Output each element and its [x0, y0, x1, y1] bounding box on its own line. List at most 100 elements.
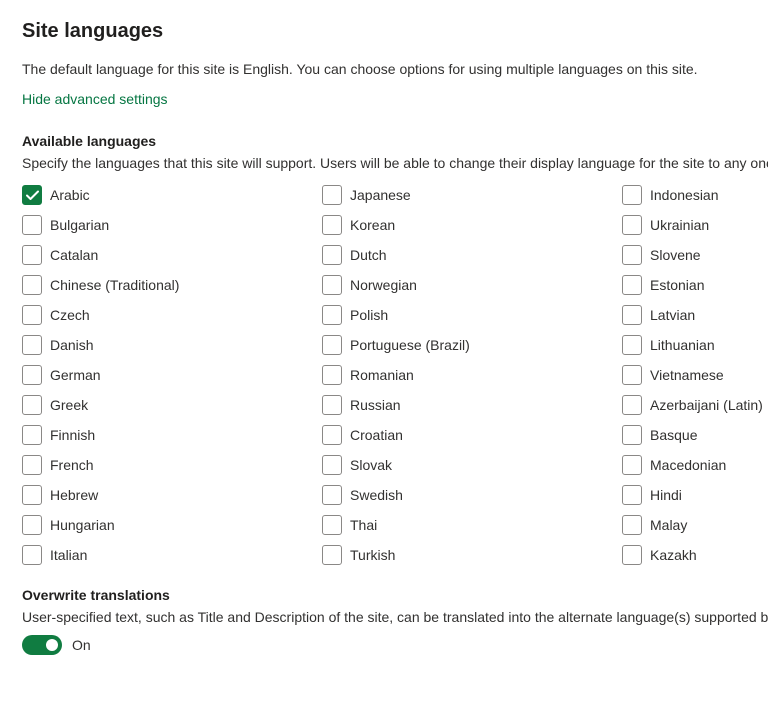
language-label: Japanese: [350, 187, 411, 203]
language-row: Latvian: [622, 305, 763, 325]
language-row: Estonian: [622, 275, 763, 295]
language-checkbox[interactable]: [22, 365, 42, 385]
language-label: Hungarian: [50, 517, 115, 533]
language-checkbox[interactable]: [322, 185, 342, 205]
language-row: Czech: [22, 305, 322, 325]
language-checkbox[interactable]: [622, 365, 642, 385]
language-checkbox[interactable]: [322, 425, 342, 445]
language-checkbox[interactable]: [622, 425, 642, 445]
language-label: Slovene: [650, 247, 701, 263]
language-checkbox[interactable]: [322, 275, 342, 295]
language-label: Kazakh: [650, 547, 697, 563]
language-label: Chinese (Traditional): [50, 277, 179, 293]
language-row: Slovene: [622, 245, 763, 265]
language-checkbox[interactable]: [22, 425, 42, 445]
language-column: Indonesian Ukrainian Slovene Estonian Latvia…: [622, 185, 763, 565]
language-row: Greek: [22, 395, 322, 415]
hide-advanced-settings-link[interactable]: Hide advanced settings: [22, 91, 168, 107]
language-row: Italian: [22, 545, 322, 565]
language-row: Danish: [22, 335, 322, 355]
language-checkbox[interactable]: [322, 485, 342, 505]
language-label: Azerbaijani (Latin): [650, 397, 763, 413]
language-label: Turkish: [350, 547, 395, 563]
language-label: Norwegian: [350, 277, 417, 293]
language-label: Portuguese (Brazil): [350, 337, 470, 353]
overwrite-toggle[interactable]: [22, 635, 62, 655]
language-label: Dutch: [350, 247, 387, 263]
overwrite-translations-description: User-specified text, such as Title and D…: [22, 609, 768, 625]
language-row: Catalan: [22, 245, 322, 265]
language-label: Croatian: [350, 427, 403, 443]
language-row: Croatian: [322, 425, 622, 445]
language-row: Swedish: [322, 485, 622, 505]
language-checkbox[interactable]: [322, 395, 342, 415]
language-row: Thai: [322, 515, 622, 535]
overwrite-toggle-label: On: [72, 637, 91, 653]
language-label: Macedonian: [650, 457, 726, 473]
available-languages-title: Available languages: [22, 133, 768, 149]
language-checkbox[interactable]: [22, 215, 42, 235]
language-label: Indonesian: [650, 187, 719, 203]
language-checkbox[interactable]: [22, 545, 42, 565]
language-label: Polish: [350, 307, 388, 323]
language-checkbox[interactable]: [622, 395, 642, 415]
language-row: Japanese: [322, 185, 622, 205]
language-row: German: [22, 365, 322, 385]
language-checkbox[interactable]: [622, 455, 642, 475]
language-row: Russian: [322, 395, 622, 415]
language-label: Basque: [650, 427, 697, 443]
language-checkbox[interactable]: [322, 215, 342, 235]
language-checkbox[interactable]: [622, 185, 642, 205]
language-label: Greek: [50, 397, 88, 413]
language-row: Hebrew: [22, 485, 322, 505]
language-row: Turkish: [322, 545, 622, 565]
language-row: Polish: [322, 305, 622, 325]
language-label: Korean: [350, 217, 395, 233]
language-columns: ArabicBulgarianCatalanChinese (Tradition…: [22, 185, 768, 565]
language-label: Ukrainian: [650, 217, 709, 233]
language-checkbox[interactable]: [622, 275, 642, 295]
language-label: German: [50, 367, 101, 383]
language-checkbox[interactable]: [322, 545, 342, 565]
language-checkbox[interactable]: [22, 245, 42, 265]
language-label: Malay: [650, 517, 687, 533]
language-checkbox[interactable]: [22, 515, 42, 535]
language-label: Romanian: [350, 367, 414, 383]
language-label: Catalan: [50, 247, 98, 263]
language-checkbox[interactable]: [322, 335, 342, 355]
overwrite-translations-title: Overwrite translations: [22, 587, 768, 603]
language-row: Ukrainian: [622, 215, 763, 235]
language-checkbox[interactable]: [22, 455, 42, 475]
language-label: Swedish: [350, 487, 403, 503]
language-checkbox[interactable]: [22, 485, 42, 505]
language-checkbox[interactable]: [622, 335, 642, 355]
language-row: Lithuanian: [622, 335, 763, 355]
language-row: Norwegian: [322, 275, 622, 295]
language-column: ArabicBulgarianCatalanChinese (Tradition…: [22, 185, 322, 565]
language-checkbox[interactable]: [22, 395, 42, 415]
language-checkbox[interactable]: [622, 545, 642, 565]
language-checkbox[interactable]: [22, 305, 42, 325]
language-checkbox[interactable]: [322, 245, 342, 265]
language-checkbox[interactable]: [622, 245, 642, 265]
language-checkbox[interactable]: [22, 185, 42, 205]
language-checkbox[interactable]: [322, 455, 342, 475]
language-label: Italian: [50, 547, 87, 563]
language-row: Azerbaijani (Latin): [622, 395, 763, 415]
language-checkbox[interactable]: [622, 515, 642, 535]
language-checkbox[interactable]: [22, 275, 42, 295]
language-checkbox[interactable]: [622, 485, 642, 505]
language-row: Romanian: [322, 365, 622, 385]
language-checkbox[interactable]: [322, 515, 342, 535]
language-checkbox[interactable]: [22, 335, 42, 355]
language-checkbox[interactable]: [322, 305, 342, 325]
language-checkbox[interactable]: [322, 365, 342, 385]
language-checkbox[interactable]: [622, 215, 642, 235]
language-row: Indonesian: [622, 185, 763, 205]
toggle-knob: [46, 639, 58, 651]
language-label: Latvian: [650, 307, 695, 323]
overwrite-toggle-row: On: [22, 635, 768, 655]
check-icon: [26, 190, 39, 201]
language-checkbox[interactable]: [622, 305, 642, 325]
language-row: Slovak: [322, 455, 622, 475]
